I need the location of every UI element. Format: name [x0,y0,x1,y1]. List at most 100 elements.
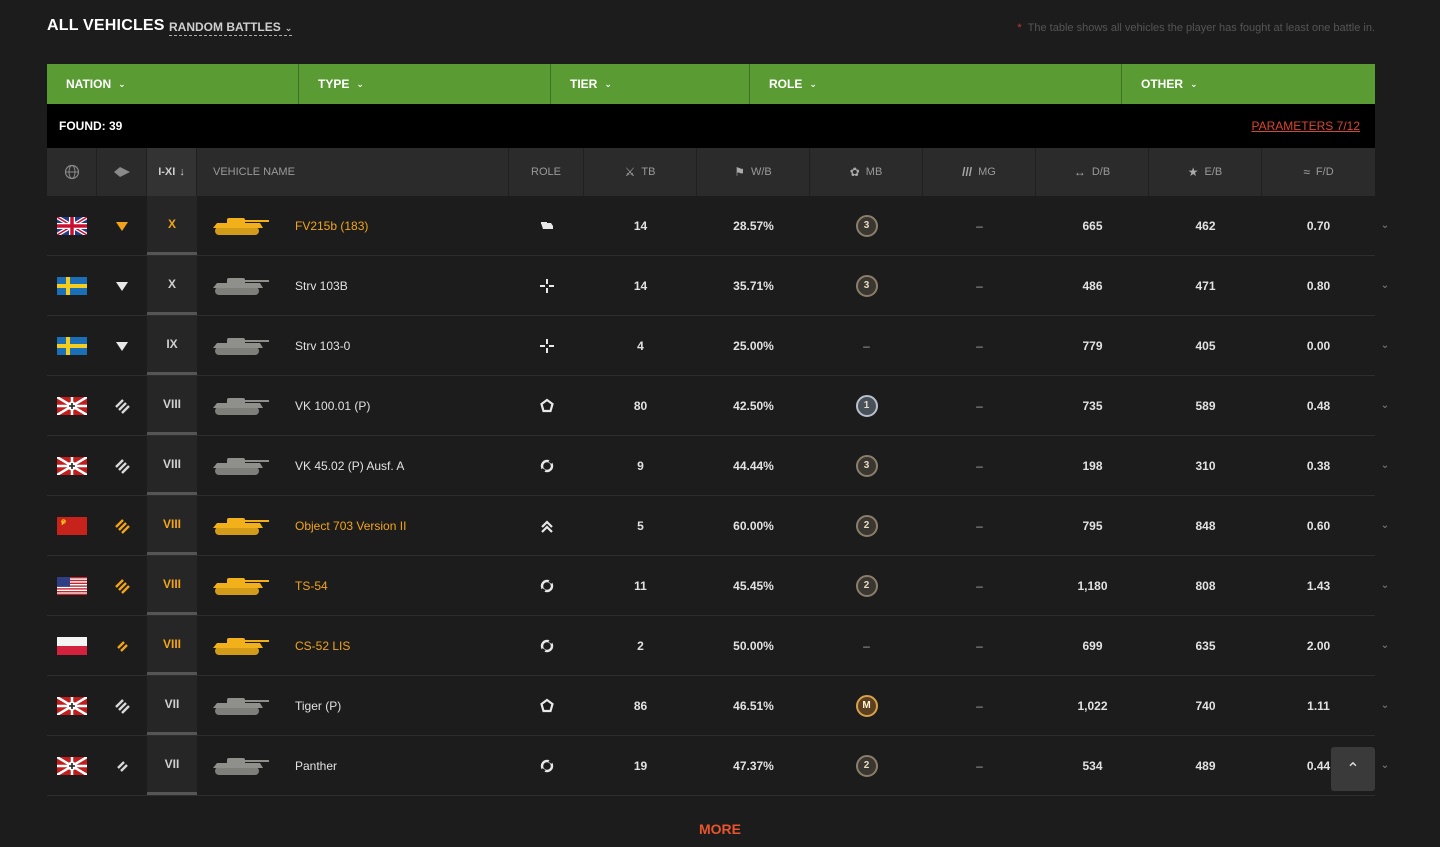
filter-role-label: ROLE [769,77,803,91]
mastery-badge-icon: ✿ [849,165,860,179]
sort-down-icon: ↓ [179,166,185,178]
chevron-down-icon: ⌄ [118,78,126,89]
expand-row-button[interactable]: ⌄ [1375,316,1395,374]
col-fd-label: F/D [1315,166,1334,178]
col-wb[interactable]: ⚑ W/B [697,148,810,196]
vehicle-tier: X [147,196,197,255]
vehicle-type [97,736,147,795]
expand-row-button[interactable]: ⌄ [1375,256,1395,314]
vehicle-role [509,436,584,495]
col-mg[interactable]: /// MG [923,148,1036,196]
vehicle-role [509,316,584,375]
breakthrough-role-icon [540,519,553,533]
mastery-badge-icon: 3 [855,274,878,297]
filter-tier-label: TIER [570,77,598,91]
col-role[interactable]: ROLE [509,148,584,196]
expand-row-button[interactable]: ⌄ [1375,736,1395,794]
expand-row-button[interactable]: ⌄ [1375,496,1395,554]
total-battles: 5 [637,518,644,533]
expand-row-button[interactable]: ⌄ [1375,556,1395,614]
filter-tier[interactable]: TIER ⌄ [551,64,750,104]
table-row[interactable]: VIII TS-54 11 45.45% 2 – 1,180 808 1.43 ⌄ [47,556,1389,616]
experience-icon: ★ [1187,165,1199,179]
tank-destroyer-role-icon [540,221,553,229]
mastery-badge: 2 [810,496,923,555]
table-row[interactable]: X Strv 103B 14 35.71% 3 – 486 471 0.80 ⌄ [47,256,1389,316]
table-row[interactable]: VIII Object 703 Version II 5 60.00% 2 – 795 848… [47,496,1389,556]
col-wb-label: W/B [750,166,772,178]
table-row[interactable]: VIII VK 45.02 (P) Ausf. A 9 44.44% 3 – 198 310 0… [47,436,1389,496]
filter-other[interactable]: OTHER ⌄ [1122,64,1375,104]
damage-per-battle: 795 [1082,518,1103,533]
table-row[interactable]: X FV215b (183) 14 28.57% 3 – 665 462 0.70 ⌄ [47,196,1389,256]
more-button[interactable]: MORE [0,821,1440,837]
battle-mode-label: RANDOM BATTLES [169,20,281,34]
expand-row-button[interactable]: ⌄ [1375,616,1395,674]
marks-value: – [976,698,983,713]
filter-role[interactable]: ROLE ⌄ [750,64,1122,104]
filter-nation-label: NATION [66,77,112,91]
vehicle-image [213,457,269,475]
table-row[interactable]: IX Strv 103-0 4 25.00% – – 779 405 0.00 ⌄ [47,316,1389,376]
vehicle-role [509,556,584,615]
mastery-badge: 1 [810,376,923,435]
nation-flag [47,616,97,675]
nation-flag [47,376,97,435]
heavy-tank-type-icon [115,518,130,534]
table-row[interactable]: VIII CS-52 LIS 2 50.00% – – 699 635 2.00 ⌄ [47,616,1389,676]
total-battles: 86 [633,698,648,713]
col-tb[interactable]: ⚔ TB [584,148,697,196]
mastery-badge: 2 [810,556,923,615]
experience-per-battle: 808 [1195,578,1216,593]
damage-per-battle: 699 [1082,638,1103,653]
col-vehicle-name[interactable]: VEHICLE NAME [197,148,509,196]
col-tier[interactable]: I-XI ↓ [147,148,197,196]
nation-flag [47,736,97,795]
vehicle-type [97,556,147,615]
vehicle-type [97,436,147,495]
frags-per-death: 0.00 [1306,338,1331,353]
chevron-down-icon: ⌄ [1380,399,1390,411]
marks-value: – [976,278,983,293]
vehicle-role [509,376,584,435]
expand-row-button[interactable]: ⌄ [1375,676,1395,734]
table-row[interactable]: VIII VK 100.01 (P) 80 42.50% 1 – 735 589 0.48 ⌄ [47,376,1389,436]
table-row[interactable]: VII Tiger (P) 86 46.51% M – 1,022 740 1.11 ⌄ [47,676,1389,736]
scroll-to-top-button[interactable]: ⌃ [1331,747,1375,791]
vehicle-image [213,397,269,415]
mastery-badge-icon: 2 [855,574,878,597]
flag-poland-icon [57,636,87,655]
experience-per-battle: 589 [1195,398,1216,413]
frags-per-death: 0.60 [1306,518,1331,533]
found-bar: FOUND: 39 PARAMETERS 7/12 [47,104,1375,148]
parameters-link[interactable]: PARAMETERS 7/12 [1252,119,1360,133]
vehicle-tier: VIII [147,556,197,615]
expand-row-button[interactable]: ⌄ [1375,436,1395,494]
col-tb-label: TB [641,166,656,178]
sniper-role-icon [539,278,554,293]
filter-type[interactable]: TYPE ⌄ [299,64,551,104]
table-row[interactable]: VII Panther 19 47.37% 2–534 489 0.44 ⌄ [47,736,1389,796]
mastery-badge-icon: 2 [855,754,878,777]
versatile-role-icon [540,459,553,472]
filter-nation[interactable]: NATION ⌄ [47,64,299,104]
col-db[interactable]: ↔ D/B [1036,148,1149,196]
expand-row-button[interactable]: ⌄ [1375,196,1395,254]
chevron-down-icon: ⌄ [1380,519,1390,531]
vehicle-name-cell: Strv 103-0 [197,316,509,375]
battle-mode-dropdown[interactable]: RANDOM BATTLES ⌄ [169,20,293,36]
col-type[interactable] [97,148,147,196]
col-mb[interactable]: ✿ MB [810,148,923,196]
mastery-badge: 3 [810,196,923,255]
col-fd[interactable]: ≈ F/D [1262,148,1375,196]
frags-per-death: 0.48 [1306,398,1331,413]
vehicle-type [97,256,147,315]
marks-of-gun: – [923,556,1036,615]
vehicle-role [509,496,584,555]
col-nation[interactable] [47,148,97,196]
table-header: I-XI ↓ VEHICLE NAME ROLE ⚔ TB ⚑ W/B ✿ MB ///… [47,148,1375,196]
medal-empty: – [863,338,870,353]
marks-value: – [976,518,983,533]
expand-row-button[interactable]: ⌄ [1375,376,1395,434]
col-eb[interactable]: ★ E/B [1149,148,1262,196]
